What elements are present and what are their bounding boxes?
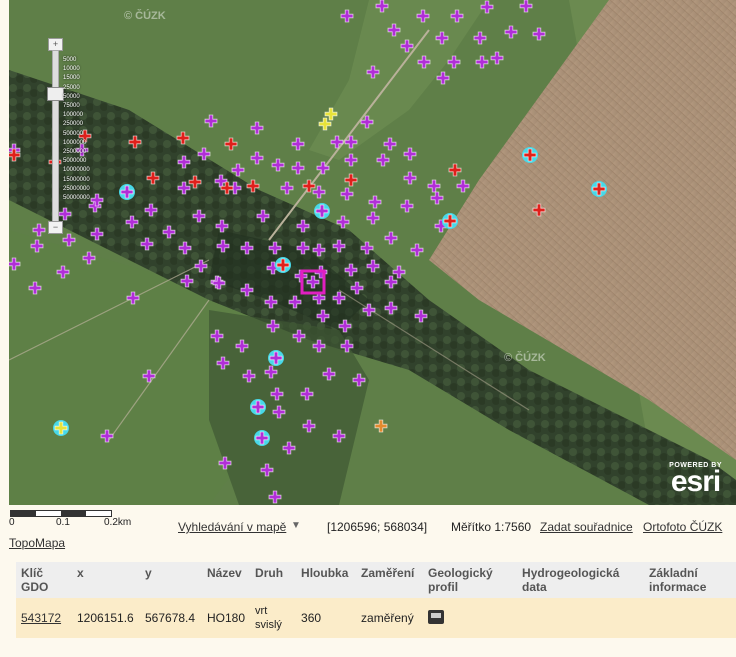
gdo-key-link[interactable]: 543172 (21, 611, 61, 625)
cell-type: vrt svislý (250, 598, 297, 638)
printer-icon[interactable] (428, 609, 445, 624)
results-table: Klíč GDO x y Název Druh Hloubka Zaměření… (16, 562, 736, 638)
zoom-scale-label: 15000000 (63, 176, 90, 183)
zoom-scale-label: 500000 (63, 130, 84, 137)
column-header: Zaměření (356, 562, 424, 598)
zoom-scale-label: 10000000 (63, 167, 90, 174)
scale-label-1: 0.1 (56, 517, 70, 528)
table-row: 543172 1206151.6 567678.4 HO180 vrt svis… (16, 598, 736, 638)
enter-coordinates-link[interactable]: Zadat souřadnice (540, 520, 633, 534)
chevron-down-icon[interactable]: ▼ (291, 520, 301, 531)
zoom-scale-label: 25000 (63, 84, 80, 91)
copyright-watermark: © ČÚZK (124, 10, 166, 22)
scale-label-0: 0 (9, 517, 15, 528)
cell-x: 1206151.6 (72, 598, 140, 638)
zoom-scale-label: 5000000 (63, 158, 87, 165)
zoom-out-button[interactable]: − (48, 221, 63, 234)
column-header: Hydrogeologická data (517, 562, 645, 598)
esri-logo: POWERED BY esri (669, 462, 722, 498)
map-view[interactable]: © ČÚZK © ČÚZK + − 5000 10000 15000 25000 500… (9, 0, 736, 505)
column-header: Základní informace (644, 562, 736, 598)
map-toolbar: 0 0.1 0.2km Vyhledávání v mapě ▼ [120659… (0, 507, 736, 535)
column-header: y (140, 562, 202, 598)
table-header-row: Klíč GDO x y Název Druh Hloubka Zaměření… (16, 562, 736, 598)
zoom-scale-label: 50000 (63, 93, 80, 100)
column-header: Název (202, 562, 251, 598)
zoom-scale-label: 5000 (63, 57, 77, 63)
copyright-watermark: © ČÚZK (504, 352, 546, 364)
column-header: Klíč GDO (16, 562, 72, 598)
topomapa-link[interactable]: TopoMapa (9, 536, 65, 550)
cell-basic-info (644, 598, 736, 638)
column-header: x (72, 562, 140, 598)
cell-geo-profile (423, 598, 518, 638)
zoom-scale-label: 25000000 (63, 185, 90, 192)
map-search-link[interactable]: Vyhledávání v mapě (178, 520, 286, 534)
column-header: Hloubka (296, 562, 357, 598)
map-canvas[interactable] (9, 0, 736, 505)
zoom-slider[interactable]: + − 5000 10000 15000 25000 50000 75000 100000 2… (39, 38, 99, 238)
cell-depth: 360 (296, 598, 357, 638)
cell-hydro-data (517, 598, 645, 638)
zoom-scale-label: 1000000 (63, 139, 87, 146)
zoom-scale-labels: 5000 10000 15000 25000 50000 75000 100000 25000… (63, 56, 90, 203)
cell-y: 567678.4 (140, 598, 202, 638)
zoom-scale-label: 75000 (63, 103, 80, 110)
scale-readout: Měřítko 1:7560 (451, 520, 532, 534)
zoom-scale-label: 50000000 (63, 195, 90, 202)
coordinates-readout: [1206596; 568034] (327, 520, 428, 534)
zoom-scale-label: 10000 (63, 66, 80, 73)
zoom-scale-label: 100000 (63, 112, 84, 119)
zoom-scale-label: 250000 (63, 121, 84, 128)
zoom-scale-label: 2500000 (63, 149, 87, 156)
scale-label-2: 0.2km (104, 517, 132, 528)
cell-name: HO180 (202, 598, 251, 638)
zoom-scale-label: 15000 (63, 75, 80, 82)
cell-survey: zaměřený (356, 598, 424, 638)
column-header: Druh (250, 562, 297, 598)
zoom-thumb[interactable] (47, 86, 64, 101)
column-header: Geologický profil (423, 562, 518, 598)
zoom-rail[interactable] (52, 50, 59, 228)
ortofoto-link[interactable]: Ortofoto ČÚZK (643, 520, 722, 534)
scale-bar (10, 510, 112, 517)
